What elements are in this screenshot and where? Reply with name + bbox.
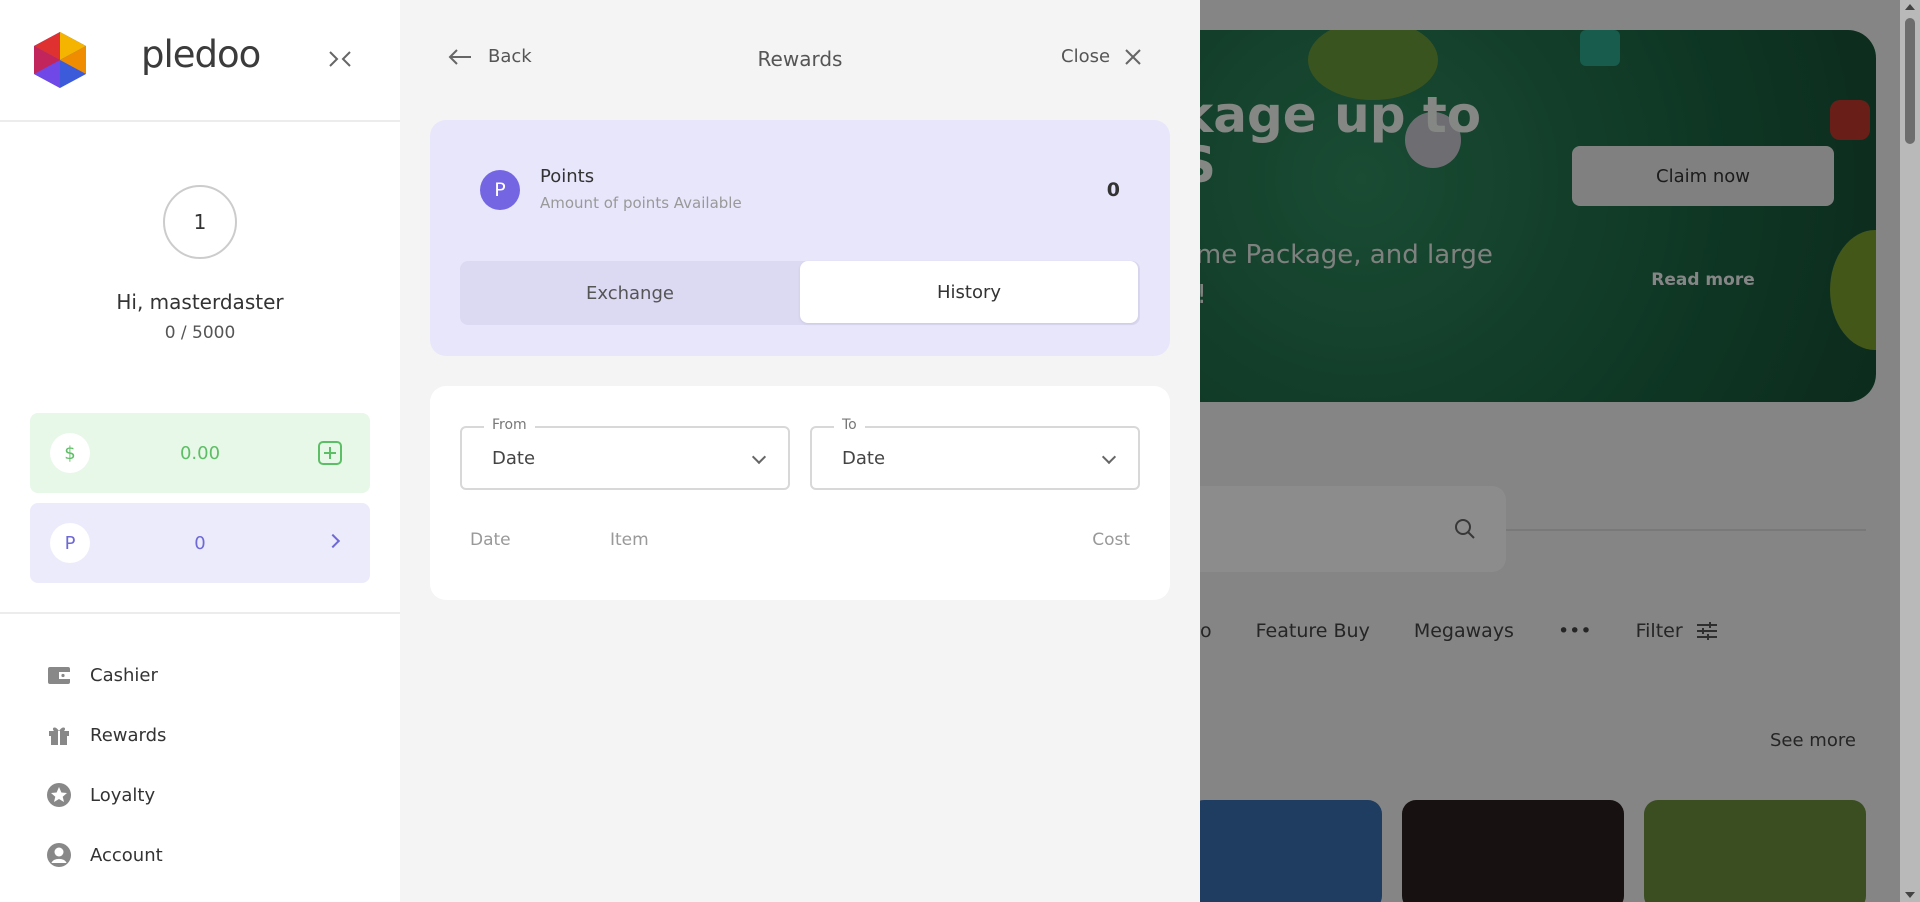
user-greeting: Hi, masterdaster <box>116 290 284 314</box>
collapse-sidebar-icon[interactable] <box>326 48 354 70</box>
points-balance: 0 <box>194 532 206 554</box>
gift-icon <box>46 722 72 748</box>
user-level-avatar[interactable]: 1 <box>163 185 237 259</box>
to-date-select[interactable]: To Date <box>810 417 1140 490</box>
brand-name[interactable]: pledoo <box>141 33 261 76</box>
deposit-plus-icon[interactable] <box>318 441 342 465</box>
close-icon <box>1125 48 1141 65</box>
sidebar-item-label: Loyalty <box>90 784 156 806</box>
loyalty-progress: 0 / 5000 <box>164 323 236 343</box>
user-icon <box>46 842 72 868</box>
points-subtitle: Amount of points Available <box>540 194 742 212</box>
sidebar-item-cashier[interactable]: Cashier <box>46 660 158 690</box>
sidebar-item-rewards[interactable]: Rewards <box>46 720 166 750</box>
points-title: Points <box>540 166 595 187</box>
column-header-item: Item <box>610 530 649 550</box>
to-date-value: Date <box>842 448 886 469</box>
divider <box>0 612 400 614</box>
chevron-down-icon <box>751 449 767 465</box>
rewards-tabs: Exchange History <box>460 261 1140 325</box>
to-legend: To <box>834 417 865 433</box>
close-button[interactable]: Close <box>1061 46 1142 67</box>
close-label: Close <box>1061 46 1111 67</box>
sidebar-item-label: Account <box>90 844 163 866</box>
scroll-up-icon[interactable] <box>1905 4 1915 10</box>
divider <box>0 120 400 122</box>
sidebar-item-label: Cashier <box>90 664 158 686</box>
page-scrollbar[interactable] <box>1900 0 1920 902</box>
points-icon: P <box>480 170 520 210</box>
chevron-down-icon <box>1101 449 1117 465</box>
column-header-cost: Cost <box>1092 530 1130 550</box>
column-header-date: Date <box>470 530 511 550</box>
wallet-icon <box>46 662 72 688</box>
history-card: From Date To Date Date Item Cost <box>430 386 1170 600</box>
points-balance-card[interactable]: P 0 <box>30 503 370 583</box>
from-date-value: Date <box>492 448 536 469</box>
points-value: 0 <box>1106 179 1120 201</box>
sidebar-item-loyalty[interactable]: Loyalty <box>46 780 155 810</box>
scroll-down-icon[interactable] <box>1905 892 1915 898</box>
tab-history[interactable]: History <box>800 261 1138 323</box>
sidebar: pledoo 1 Hi, masterdaster 0 / 5000 $ 0.0… <box>0 0 400 902</box>
points-summary-card: P Points Amount of points Available 0 Ex… <box>430 120 1170 356</box>
sidebar-item-account[interactable]: Account <box>46 840 163 870</box>
star-icon <box>46 782 72 808</box>
scrollbar-thumb[interactable] <box>1905 18 1915 144</box>
from-legend: From <box>484 417 535 433</box>
tab-exchange[interactable]: Exchange <box>460 261 800 325</box>
from-date-select[interactable]: From Date <box>460 417 790 490</box>
cash-balance-card[interactable]: $ 0.00 <box>30 413 370 493</box>
pledoo-logo-icon[interactable] <box>32 30 88 90</box>
sidebar-item-label: Rewards <box>90 724 167 746</box>
